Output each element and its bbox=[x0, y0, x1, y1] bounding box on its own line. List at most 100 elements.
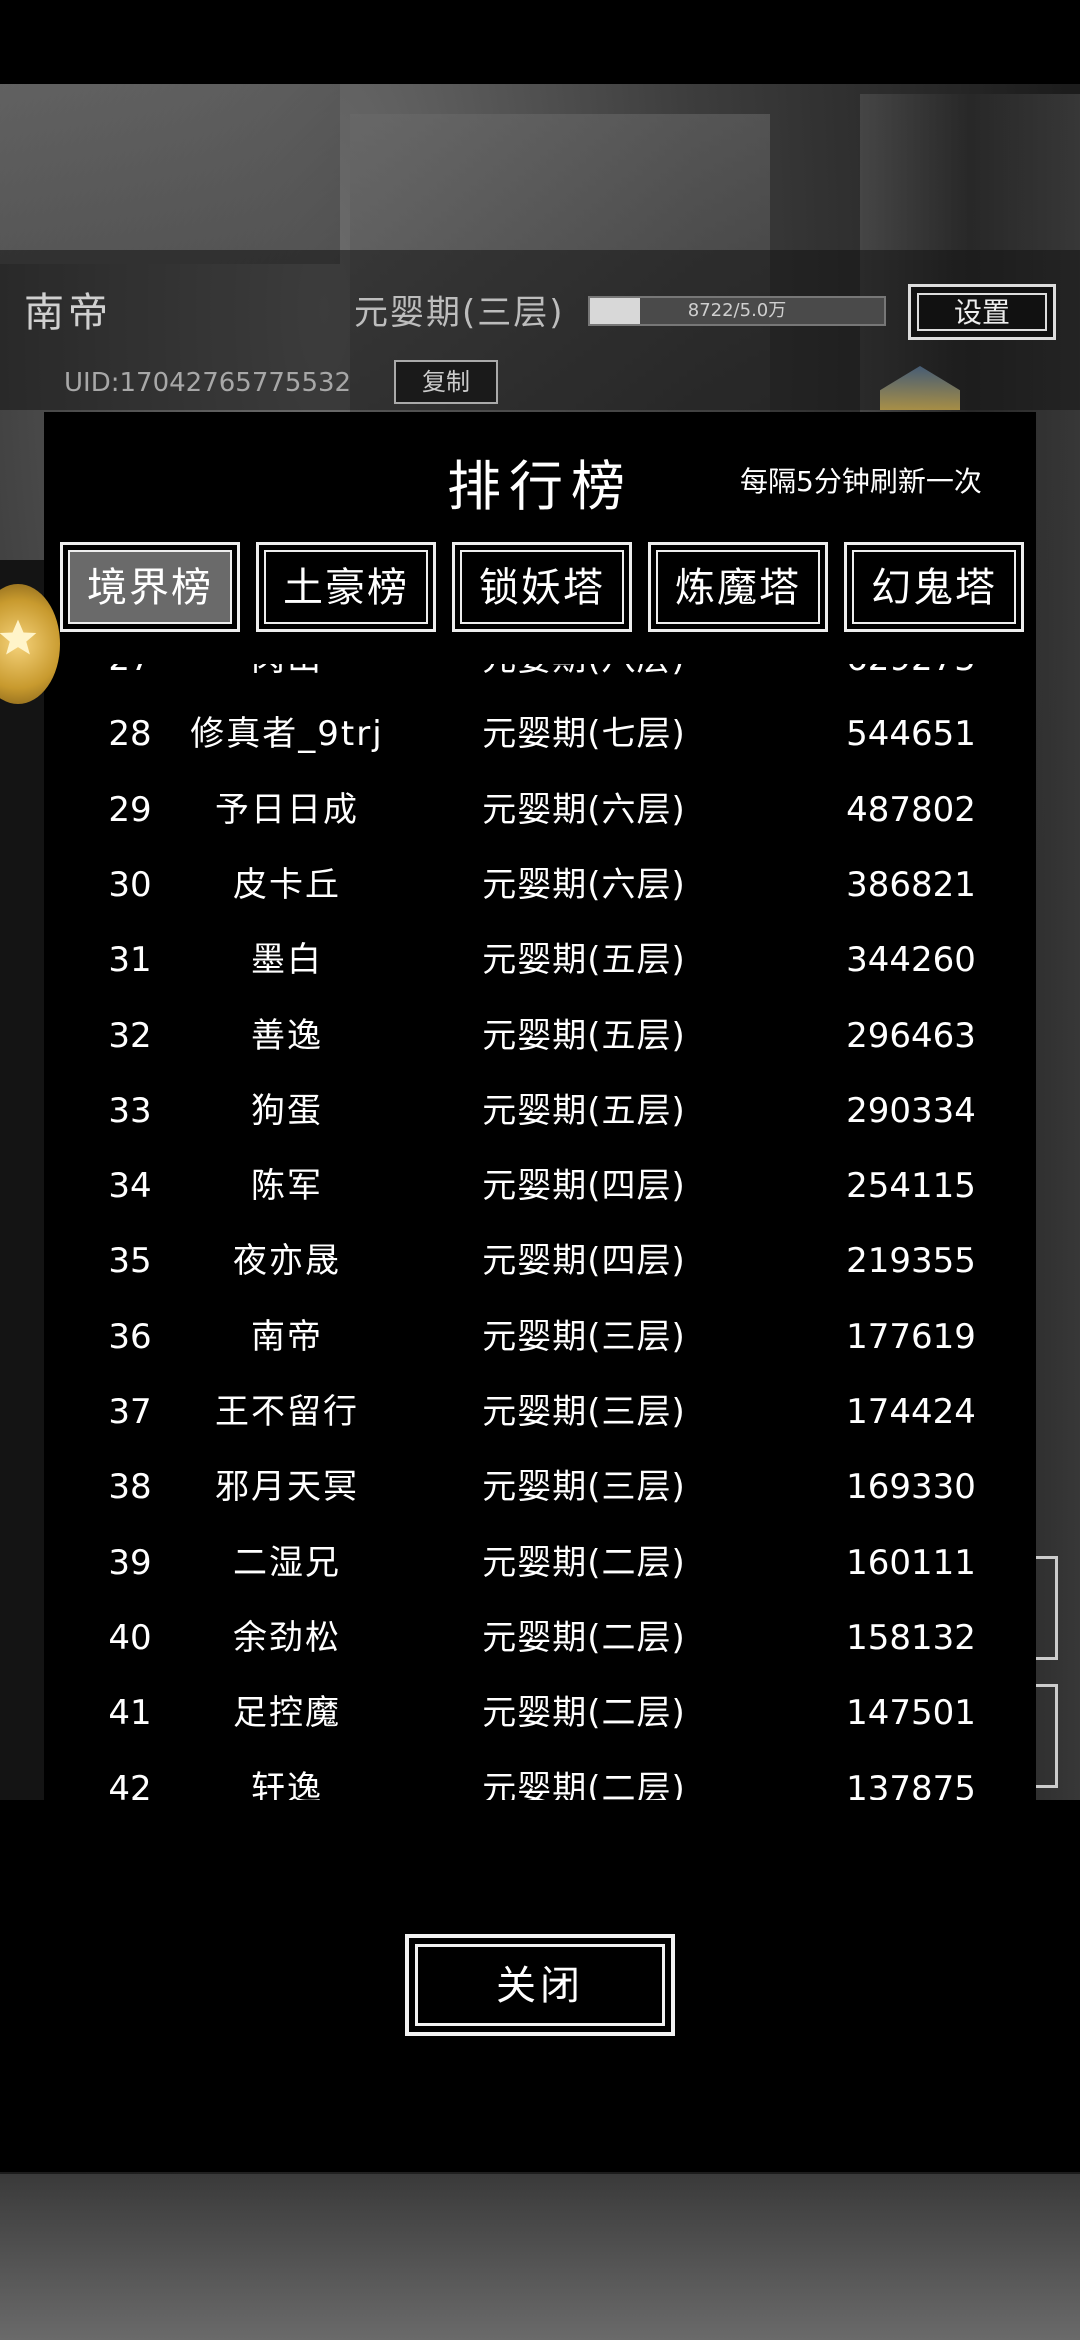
close-button-label: 关闭 bbox=[415, 1944, 665, 2026]
rank-cell: 41 bbox=[108, 1693, 152, 1734]
score-cell: 290334 bbox=[846, 1090, 976, 1131]
score-cell: 544651 bbox=[846, 714, 976, 755]
leaderboard-row: 33 狗蛋 元婴期(五层) 290334 bbox=[44, 1074, 1036, 1149]
settings-button-label: 设置 bbox=[917, 293, 1047, 331]
rank-cell: 35 bbox=[108, 1241, 152, 1282]
score-cell: 160111 bbox=[846, 1542, 976, 1583]
rank-cell: 29 bbox=[108, 789, 152, 830]
realm-cell: 元婴期(二层) bbox=[482, 1542, 686, 1583]
tab-wealth[interactable]: 土豪榜 bbox=[256, 542, 436, 632]
rank-cell: 33 bbox=[108, 1090, 152, 1131]
realm-cell: 元婴期(六层) bbox=[482, 864, 686, 905]
refresh-note: 每隔5分钟刷新一次 bbox=[740, 465, 982, 498]
score-cell: 177619 bbox=[846, 1316, 976, 1357]
tab-refining-tower[interactable]: 炼魔塔 bbox=[648, 542, 828, 632]
name-cell: 修真者_9trj bbox=[190, 714, 384, 755]
leaderboard-row: 40 余劲松 元婴期(二层) 158132 bbox=[44, 1601, 1036, 1676]
realm-cell: 元婴期(五层) bbox=[482, 1015, 686, 1056]
tab-label: 土豪榜 bbox=[264, 550, 428, 624]
realm-cell: 元婴期(三层) bbox=[482, 1392, 686, 1432]
close-button[interactable]: 关闭 bbox=[405, 1934, 675, 2036]
realm-cell: 元婴期(六层) bbox=[482, 789, 686, 830]
realm-cell: 元婴期(五层) bbox=[482, 1090, 686, 1131]
rank-cell: 38 bbox=[108, 1467, 152, 1508]
realm-cell: 元婴期(二层) bbox=[482, 1617, 686, 1658]
score-cell: 386821 bbox=[846, 864, 976, 905]
score-cell: 254115 bbox=[846, 1166, 976, 1207]
leaderboard-row: 36 南帝 元婴期(三层) 177619 bbox=[44, 1300, 1036, 1375]
realm-cell: 元婴期(五层) bbox=[482, 940, 686, 981]
rank-cell: 28 bbox=[108, 714, 152, 755]
realm-cell: 元婴期(四层) bbox=[482, 1166, 686, 1207]
rank-cell: 39 bbox=[108, 1542, 152, 1583]
leaderboard-row: 38 邪月天冥 元婴期(三层) 169330 bbox=[44, 1450, 1036, 1525]
name-cell: 肉山 bbox=[174, 664, 400, 697]
tab-demon-tower[interactable]: 锁妖塔 bbox=[452, 542, 632, 632]
exp-progress-text: 8722/5.0万 bbox=[687, 300, 787, 321]
copy-uid-button[interactable]: 复制 bbox=[394, 360, 498, 404]
leaderboard-row: 35 夜亦晟 元婴期(四层) 219355 bbox=[44, 1224, 1036, 1299]
rank-cell: 31 bbox=[108, 940, 152, 981]
score-cell: 169330 bbox=[846, 1467, 976, 1508]
leaderboard-list[interactable]: 27肉山元婴期(八层) 629275 28 修真者_9trj 元婴期(七层) 544651… bbox=[44, 664, 1036, 1860]
player-name: 南帝 bbox=[24, 290, 112, 336]
left-side-panel bbox=[0, 560, 44, 1800]
name-cell: 予日日成 bbox=[215, 789, 359, 830]
status-bar bbox=[0, 0, 1080, 84]
name-cell: 邪月天冥 bbox=[215, 1467, 359, 1508]
leaderboard-row: 28 修真者_9trj 元婴期(七层) 544651 bbox=[44, 697, 1036, 772]
rank-cell: 32 bbox=[108, 1015, 152, 1056]
leaderboard-row: 29 予日日成 元婴期(六层) 487802 bbox=[44, 773, 1036, 848]
name-cell: 陈军 bbox=[251, 1166, 323, 1207]
tab-label: 炼魔塔 bbox=[656, 550, 820, 624]
player-uid: UID:17042765775532 bbox=[64, 368, 352, 398]
tab-label: 锁妖塔 bbox=[460, 550, 624, 624]
exp-progress-bar: 8722/5.0万 bbox=[588, 296, 886, 326]
name-cell: 王不留行 bbox=[215, 1392, 359, 1432]
right-side-button-2[interactable] bbox=[1036, 1684, 1058, 1788]
rank-cell: 30 bbox=[108, 864, 152, 905]
tab-label: 境界榜 bbox=[68, 550, 232, 624]
score-cell: 147501 bbox=[846, 1693, 976, 1734]
score-cell: 344260 bbox=[846, 940, 976, 981]
name-cell: 善逸 bbox=[251, 1015, 323, 1056]
rank-cell: 37 bbox=[108, 1392, 152, 1432]
name-cell: 余劲松 bbox=[233, 1617, 341, 1658]
score-cell: 487802 bbox=[846, 789, 976, 830]
leaderboard-row: 31 墨白 元婴期(五层) 344260 bbox=[44, 923, 1036, 998]
leaderboard-row: 27肉山元婴期(八层) 629275 bbox=[44, 664, 1036, 697]
name-cell: 墨白 bbox=[251, 940, 323, 981]
leaderboard-row: 30 皮卡丘 元婴期(六层) 386821 bbox=[44, 848, 1036, 923]
name-cell: 狗蛋 bbox=[251, 1090, 323, 1131]
realm-cell: 元婴期(二层) bbox=[482, 1693, 686, 1734]
tab-realm[interactable]: 境界榜 bbox=[60, 542, 240, 632]
score-cell: 629275 bbox=[806, 664, 1016, 697]
rank-cell: 27 bbox=[94, 664, 166, 697]
name-cell: 皮卡丘 bbox=[233, 864, 341, 905]
name-cell: 南帝 bbox=[251, 1316, 323, 1357]
realm-cell: 元婴期(八层) bbox=[424, 664, 744, 697]
realm-cell: 元婴期(三层) bbox=[482, 1467, 686, 1508]
realm-cell: 元婴期(七层) bbox=[482, 714, 686, 755]
rank-cell: 40 bbox=[108, 1617, 152, 1658]
leaderboard-row: 34 陈军 元婴期(四层) 254115 bbox=[44, 1149, 1036, 1224]
name-cell: 足控魔 bbox=[233, 1693, 341, 1734]
leaderboard-row: 39 二湿兄 元婴期(二层) 160111 bbox=[44, 1526, 1036, 1601]
player-realm: 元婴期(三层) bbox=[354, 293, 565, 333]
realm-cell: 元婴期(四层) bbox=[482, 1241, 686, 1282]
score-cell: 158132 bbox=[846, 1617, 976, 1658]
rank-cell: 34 bbox=[108, 1166, 152, 1207]
name-cell: 夜亦晟 bbox=[233, 1241, 341, 1282]
tab-ghost-tower[interactable]: 幻鬼塔 bbox=[844, 542, 1024, 632]
leaderboard-row: 41 足控魔 元婴期(二层) 147501 bbox=[44, 1676, 1036, 1751]
name-cell: 二湿兄 bbox=[233, 1542, 341, 1583]
tab-label: 幻鬼塔 bbox=[852, 550, 1016, 624]
realm-cell: 元婴期(三层) bbox=[482, 1316, 686, 1357]
score-cell: 174424 bbox=[846, 1392, 976, 1432]
right-side-button-1[interactable] bbox=[1036, 1556, 1058, 1660]
score-cell: 219355 bbox=[846, 1241, 976, 1282]
score-cell: 296463 bbox=[846, 1015, 976, 1056]
leaderboard-row: 32 善逸 元婴期(五层) 296463 bbox=[44, 999, 1036, 1074]
rank-cell: 36 bbox=[108, 1316, 152, 1357]
settings-button[interactable]: 设置 bbox=[908, 284, 1056, 340]
